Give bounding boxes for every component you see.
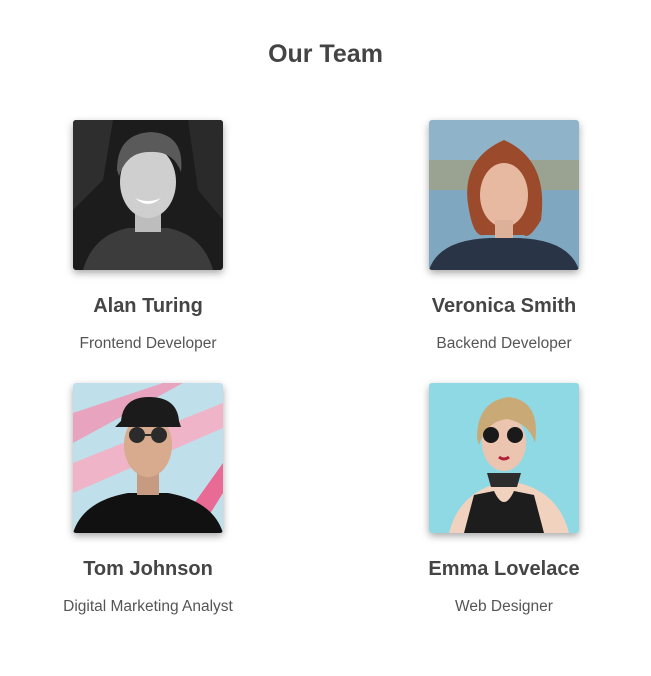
profile-photo <box>73 120 223 270</box>
member-role: Backend Developer <box>436 335 572 352</box>
profile-photo <box>429 120 579 270</box>
member-role: Frontend Developer <box>79 335 217 352</box>
page-title: Our Team <box>268 40 383 68</box>
member-name: Veronica Smith <box>431 295 577 317</box>
team-member-card: Veronica Smith Backend Developer <box>404 120 604 354</box>
profile-photo <box>73 383 223 533</box>
member-role: Digital Marketing Analyst <box>63 598 233 615</box>
member-name: Tom Johnson <box>83 558 213 580</box>
profile-photo <box>429 383 579 533</box>
member-name: Emma Lovelace <box>428 558 580 580</box>
team-member-card: Emma Lovelace Web Designer <box>404 383 604 617</box>
member-name: Alan Turing <box>93 295 203 317</box>
team-member-card: Tom Johnson Digital Marketing Analyst <box>48 383 248 617</box>
member-role: Web Designer <box>455 598 553 615</box>
team-member-card: Alan Turing Frontend Developer <box>48 120 248 354</box>
